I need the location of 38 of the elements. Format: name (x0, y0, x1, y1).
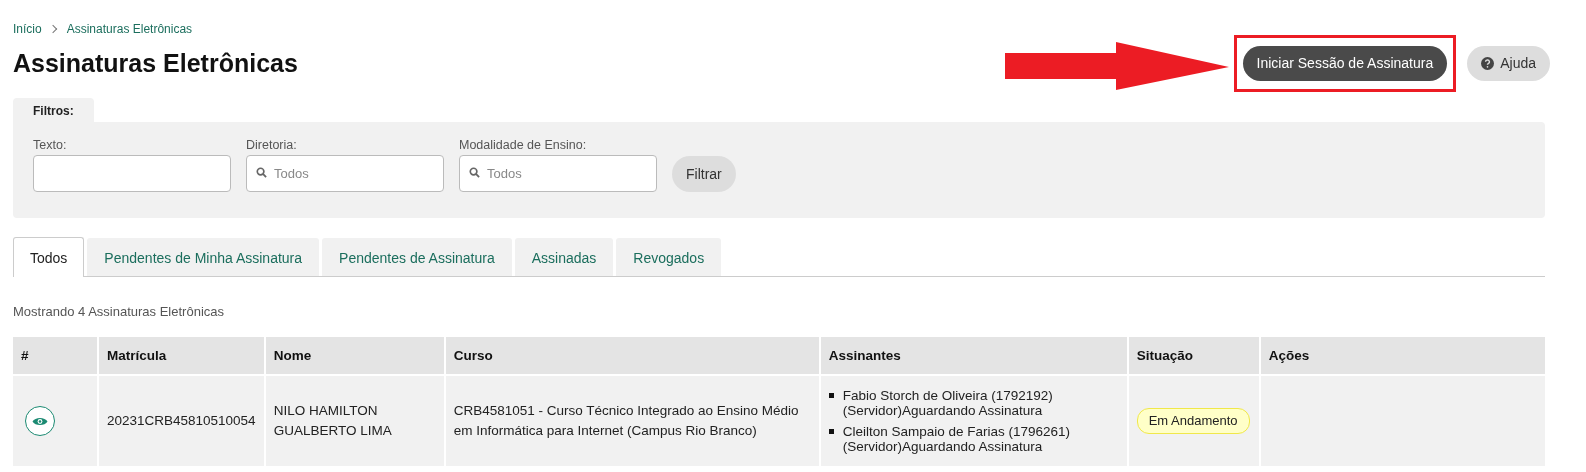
search-field[interactable]: Todos (459, 155, 657, 192)
input-field[interactable] (33, 155, 231, 192)
bullet-icon (828, 393, 834, 398)
help-button[interactable]: Ajuda (1467, 45, 1550, 81)
help-icon (1481, 56, 1495, 70)
signer-text: Cleilton Sampaio de Farias (1796261) (Servidor)Aguardando Assinatura (842, 424, 1071, 454)
start-session-button[interactable]: Iniciar Sessão de Assinatura (1242, 45, 1448, 81)
breadcrumb-link[interactable]: Assinaturas Eletrônicas (66, 22, 193, 36)
column-header: Assinantes (819, 337, 1128, 375)
field-label: Diretoria: (246, 138, 298, 152)
table-cell: 20231CRB45810510054 (98, 375, 265, 466)
column-header: Situação (1127, 337, 1260, 375)
page-title: Assinaturas Eletrônicas (13, 48, 298, 78)
column-header: Curso (444, 337, 820, 375)
filter-button[interactable]: Filtrar (672, 156, 736, 192)
search-field[interactable]: Todos (246, 155, 444, 192)
table-cell: CRB4581051 - Curso Técnico Integrado ao Ensino Médio em Informática para Internet (Campus Rio Branco) (444, 375, 820, 466)
tab[interactable]: Assinadas (514, 238, 614, 276)
tab[interactable]: Pendentes de Assinatura (322, 238, 512, 276)
column-header: # (13, 337, 98, 375)
column-header: Ações (1259, 337, 1545, 375)
results-count: Mostrando 4 Assinaturas Eletrônicas (13, 304, 225, 319)
breadcrumb-link[interactable]: Início (13, 22, 42, 36)
search-icon (256, 167, 267, 178)
tab[interactable]: Todos (13, 237, 85, 277)
column-header: Nome (264, 337, 445, 375)
view-button[interactable] (25, 406, 55, 436)
eye-icon (32, 415, 48, 427)
tab[interactable]: Pendentes de Minha Assinatura (87, 238, 320, 276)
field-label: Modalidade de Ensino: (459, 138, 588, 152)
search-icon (469, 167, 480, 178)
status-badge: Em Andamento (1136, 408, 1250, 434)
field-label: Texto: (33, 138, 68, 152)
signer-text: Fabio Storch de Oliveira (1792192) (Servidor)Aguardando Assinatura (842, 388, 1053, 418)
bullet-icon (828, 429, 834, 434)
column-header: Matrícula (98, 337, 265, 375)
table-cell: NILO HAMILTON GUALBERTO LIMA (264, 375, 445, 466)
tab[interactable]: Revogados (616, 238, 722, 276)
